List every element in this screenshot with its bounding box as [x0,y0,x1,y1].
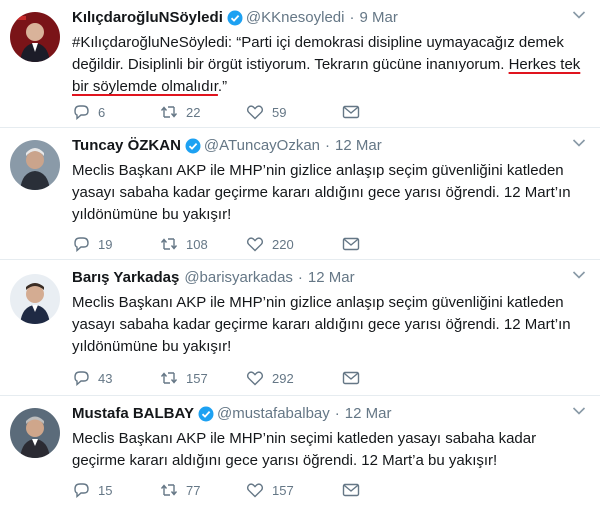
tweet-header: KılıçdaroğluNSöyledi @KKnesoyledi · 9 Ma… [72,9,398,26]
tweet-text: #KılıçdaroğluNeSöyledi: “Parti içi demok… [72,32,584,98]
author-handle[interactable]: @KKnesoyledi [246,9,345,26]
reply-count: 15 [98,482,113,498]
tweet-actions: 15 77 157 [72,482,368,498]
tweet-item[interactable]: Mustafa BALBAY @mustafabalbay · 12 Mar M… [0,396,600,506]
heart-icon [246,371,264,386]
author-name[interactable]: Barış Yarkadaş [72,269,179,286]
retweet-icon [160,106,178,118]
chevron-down-icon[interactable] [572,10,586,20]
reply-icon [74,237,89,252]
chevron-down-icon[interactable] [572,406,586,416]
like-count: 220 [272,236,294,252]
retweet-icon [160,484,178,496]
like-button[interactable]: 59 [246,104,342,120]
tweet-actions: 6 22 59 [72,104,368,120]
envelope-icon [342,371,360,385]
separator-dot: · [297,269,303,286]
avatar[interactable] [10,408,60,458]
retweet-icon [160,238,178,250]
author-handle[interactable]: @ATuncayOzkan [204,137,320,154]
reply-count: 6 [98,104,106,120]
tweet-header: Mustafa BALBAY @mustafabalbay · 12 Mar [72,405,391,422]
reply-button[interactable]: 43 [72,370,160,386]
envelope-icon [342,237,360,251]
direct-message-button[interactable] [342,370,368,386]
separator-dot: · [349,9,355,26]
tweet-text-body: #KılıçdaroğluNeSöyledi: “Parti içi demok… [72,34,564,73]
tweet-timestamp[interactable]: 12 Mar [345,405,392,422]
tweet-header: Barış Yarkadaş @barisyarkadas · 12 Mar [72,269,355,286]
tweet-timestamp[interactable]: 9 Mar [359,9,397,26]
reply-icon [74,483,89,498]
retweet-button[interactable]: 77 [160,482,246,498]
heart-icon [246,483,264,498]
author-handle[interactable]: @mustafabalbay [217,405,330,422]
reply-icon [74,105,89,120]
tweet-timestamp[interactable]: 12 Mar [335,137,382,154]
like-count: 157 [272,482,294,498]
tweet-actions: 19 108 220 [72,236,368,252]
heart-icon [246,237,264,252]
retweet-count: 22 [186,104,201,120]
reply-button[interactable]: 6 [72,104,160,120]
tweet-text: Meclis Başkanı AKP ile MHP’nin gizlice a… [72,162,571,223]
avatar[interactable] [10,140,60,190]
chevron-down-icon[interactable] [572,270,586,280]
like-button[interactable]: 157 [246,482,342,498]
envelope-icon [342,105,360,119]
retweet-icon [160,372,178,384]
retweet-count: 157 [186,370,208,386]
direct-message-button[interactable] [342,236,368,252]
verified-badge-icon [227,10,243,26]
retweet-button[interactable]: 108 [160,236,246,252]
tweet-item[interactable]: Tuncay ÖZKAN @ATuncayOzkan · 12 Mar Mecl… [0,128,600,260]
tweet-text: Meclis Başkanı AKP ile MHP’nin gizlice a… [72,294,571,355]
tweet-item[interactable]: Barış Yarkadaş @barisyarkadas · 12 Mar M… [0,260,600,396]
avatar[interactable] [10,12,60,62]
reply-button[interactable]: 19 [72,236,160,252]
heart-icon [246,105,264,120]
like-button[interactable]: 292 [246,370,342,386]
author-handle[interactable]: @barisyarkadas [184,269,293,286]
author-name[interactable]: KılıçdaroğluNSöyledi [72,9,223,26]
author-name[interactable]: Tuncay ÖZKAN [72,137,181,154]
like-count: 59 [272,104,287,120]
tweet-header: Tuncay ÖZKAN @ATuncayOzkan · 12 Mar [72,137,382,154]
direct-message-button[interactable] [342,104,368,120]
verified-badge-icon [198,406,214,422]
avatar[interactable] [10,274,60,324]
tweet-actions: 43 157 292 [72,370,368,386]
tweet-timestamp[interactable]: 12 Mar [308,269,355,286]
tweet-item[interactable]: KılıçdaroğluNSöyledi @KKnesoyledi · 9 Ma… [0,0,600,128]
like-button[interactable]: 220 [246,236,342,252]
envelope-icon [342,483,360,497]
tweet-text: Meclis Başkanı AKP ile MHP’nin seçimi ka… [72,430,537,469]
direct-message-button[interactable] [342,482,368,498]
chevron-down-icon[interactable] [572,138,586,148]
reply-count: 19 [98,236,113,252]
reply-icon [74,371,89,386]
like-count: 292 [272,370,294,386]
author-name[interactable]: Mustafa BALBAY [72,405,194,422]
separator-dot: · [334,405,340,422]
retweet-count: 77 [186,482,201,498]
verified-badge-icon [185,138,201,154]
tweet-text-end: .” [217,78,228,95]
reply-count: 43 [98,370,113,386]
reply-button[interactable]: 15 [72,482,160,498]
retweet-count: 108 [186,236,208,252]
retweet-button[interactable]: 157 [160,370,246,386]
separator-dot: · [325,137,331,154]
retweet-button[interactable]: 22 [160,104,246,120]
tweet-feed: KılıçdaroğluNSöyledi @KKnesoyledi · 9 Ma… [0,0,600,506]
